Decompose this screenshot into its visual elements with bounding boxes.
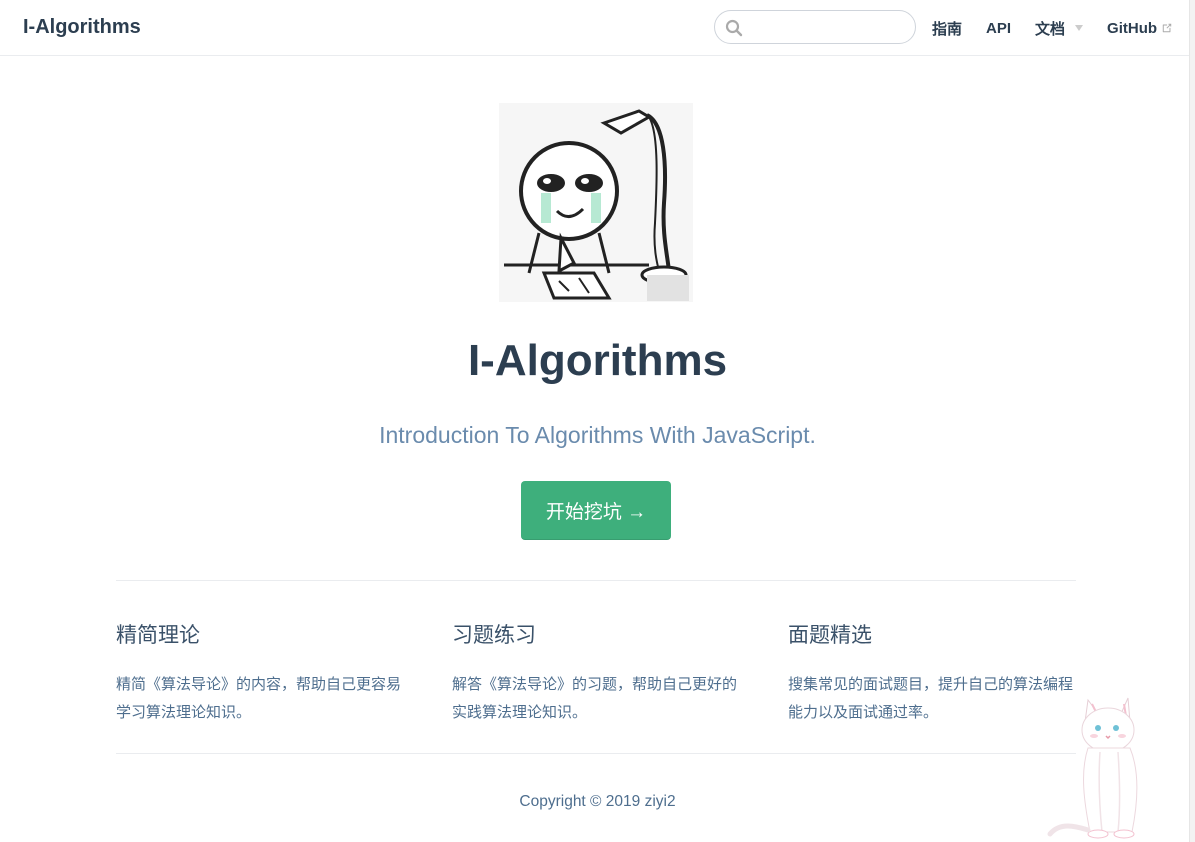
hero-illustration [499,103,693,302]
cat-mascot[interactable] [1040,692,1160,842]
nav-dropdown-docs[interactable]: 文档 [1035,18,1084,39]
feature-details: 精简《算法导论》的内容，帮助自己更容易学习算法理论知识。 [116,676,402,721]
feature-details: 解答《算法导论》的习题，帮助自己更好的实践算法理论知识。 [452,676,738,721]
scrollbar[interactable] [1189,0,1195,842]
nav-link-github-label: GitHub [1107,19,1158,37]
navbar: I-Algorithms 指南 API 文档 GitHub [0,0,1195,56]
feature-exercises: 习题练习 解答《算法导论》的习题，帮助自己更好的实践算法理论知识。 [452,619,744,727]
footer-divider [116,753,1076,754]
hero-title: I-Algorithms [467,336,728,385]
get-started-button[interactable]: 开始挖坑 → [521,481,671,540]
nav-links: 指南 API 文档 GitHub [932,18,1173,38]
feature-title: 习题练习 [452,624,536,647]
feature-theory: 精简理论 精简《算法导论》的内容，帮助自己更容易学习算法理论知识。 [116,619,408,727]
feature-details: 搜集常见的面试题目，提升自己的算法编程能力以及面试通过率。 [788,676,1074,721]
external-link-icon [1162,23,1172,33]
search-box[interactable] [714,10,916,44]
hero-description: Introduction To Algorithms With JavaScri… [379,422,816,448]
nav-link-github[interactable]: GitHub [1107,20,1173,37]
dropdown-arrow-icon [1075,25,1084,31]
footer-copyright: Copyright © 2019 ziyi2 [519,793,676,810]
nav-dropdown-docs-label: 文档 [1035,20,1066,38]
feature-interview: 面题精选 搜集常见的面试题目，提升自己的算法编程能力以及面试通过率。 [788,619,1080,727]
feature-title: 面题精选 [788,624,872,647]
nav-link-api[interactable]: API [986,20,1011,37]
nav-link-guide[interactable]: 指南 [932,18,962,39]
search-input[interactable] [751,17,907,37]
feature-title: 精简理论 [116,624,200,647]
features-divider-top [116,580,1076,581]
site-name[interactable]: I-Algorithms [23,16,141,39]
search-icon [725,19,743,37]
